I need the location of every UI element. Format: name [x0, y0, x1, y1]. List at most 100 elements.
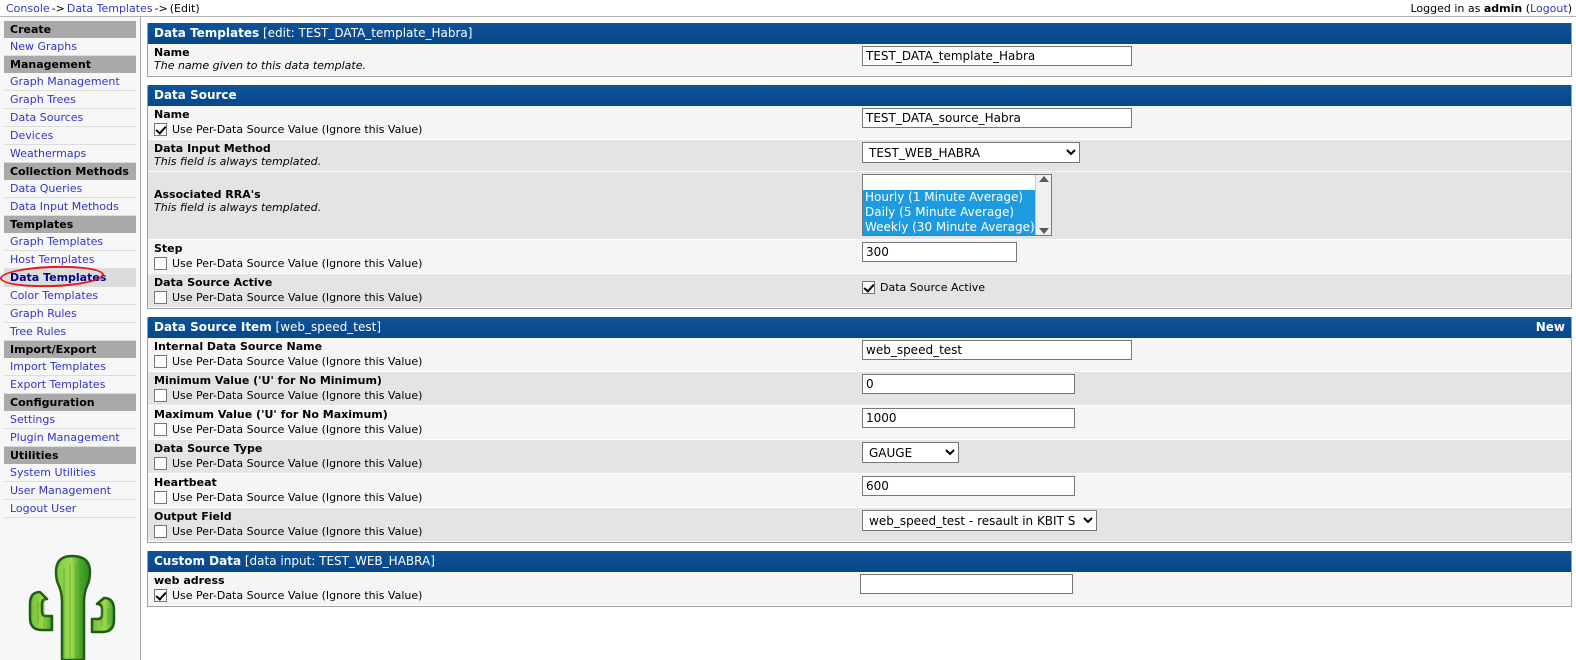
web-adress-input[interactable]	[860, 574, 1073, 594]
sidebar-item-data-queries[interactable]: Data Queries	[4, 180, 136, 198]
template-name-input[interactable]	[862, 46, 1132, 66]
checkbox-internal-ds-name[interactable]	[154, 355, 167, 368]
sidebar-item-graph-rules[interactable]: Graph Rules	[4, 305, 136, 323]
sidebar-item-weathermaps[interactable]: Weathermaps	[4, 145, 136, 163]
field-cell-internal-ds-name	[854, 338, 1571, 363]
sidebar-item-system-utilities[interactable]: System Utilities	[4, 464, 136, 482]
panel-subtitle-data-templates: [edit: TEST_DATA_template_Habra]	[262, 26, 473, 40]
row-output-field: Output Field Use Per-Data Source Value (…	[148, 508, 1571, 542]
sidebar-item-new-graphs[interactable]: New Graphs	[4, 38, 136, 56]
scroll-up-arrow-icon[interactable]	[1038, 176, 1049, 182]
sidebar-item-user-management[interactable]: User Management	[4, 482, 136, 500]
checkbox-label-internal-ds-name: Use Per-Data Source Value (Ignore this V…	[172, 355, 423, 368]
checkbox-maximum-value[interactable]	[154, 423, 167, 436]
checkbox-heartbeat[interactable]	[154, 491, 167, 504]
checkbox-row-step[interactable]: Use Per-Data Source Value (Ignore this V…	[154, 257, 850, 270]
sidebar-group-header: Create	[4, 21, 136, 38]
checkbox-row-data-source-active[interactable]: Use Per-Data Source Value (Ignore this V…	[154, 291, 850, 304]
checkbox-step[interactable]	[154, 257, 167, 270]
ds-name-input[interactable]	[862, 108, 1132, 128]
scroll-down-arrow-icon[interactable]	[1038, 228, 1049, 234]
checkbox-web-adress[interactable]	[154, 589, 167, 602]
row-maximum-value: Maximum Value ('U' for No Maximum) Use P…	[148, 406, 1571, 440]
associated-rras-listbox[interactable]: Hourly (1 Minute Average) Daily (5 Minut…	[862, 174, 1052, 236]
label-cell-ds-name: Name Use Per-Data Source Value (Ignore t…	[148, 106, 854, 139]
label-maximum-value: Maximum Value ('U' for No Maximum)	[154, 408, 388, 421]
checkbox-label-data-source-active-ignore: Use Per-Data Source Value (Ignore this V…	[172, 291, 423, 304]
breadcrumb-current-edit: (Edit)	[169, 1, 200, 15]
new-data-source-item-link[interactable]: New	[1536, 320, 1565, 334]
field-cell-data-source-active: Data Source Active	[854, 274, 1571, 297]
sidebar-item-graph-templates[interactable]: Graph Templates	[4, 233, 136, 251]
desc-data-input-method: This field is always templated.	[154, 155, 322, 168]
row-data-source-type: Data Source Type Use Per-Data Source Val…	[148, 440, 1571, 474]
checkbox-data-source-type[interactable]	[154, 457, 167, 470]
label-web-adress: web adress	[154, 574, 225, 587]
row-minimum-value: Minimum Value ('U' for No Minimum) Use P…	[148, 372, 1571, 406]
sidebar-item-data-input-methods[interactable]: Data Input Methods	[4, 198, 136, 216]
internal-ds-name-input[interactable]	[862, 340, 1132, 360]
sidebar-item-color-templates[interactable]: Color Templates	[4, 287, 136, 305]
checkbox-data-source-active[interactable]	[862, 281, 875, 294]
data-source-type-select[interactable]: GAUGE	[862, 442, 959, 463]
sidebar-item-export-templates[interactable]: Export Templates	[4, 376, 136, 394]
field-cell-output-field: web_speed_test - resault in KBIT S	[854, 508, 1571, 534]
rra-option-weekly[interactable]: Weekly (30 Minute Average)	[863, 220, 1035, 235]
checkbox-data-source-active-ignore[interactable]	[154, 291, 167, 304]
step-input[interactable]	[862, 242, 1017, 262]
sidebar-item-settings[interactable]: Settings	[4, 411, 136, 429]
sidebar-item-host-templates[interactable]: Host Templates	[4, 251, 136, 269]
sidebar-item-graph-trees[interactable]: Graph Trees	[4, 91, 136, 109]
checkbox-row-data-source-type[interactable]: Use Per-Data Source Value (Ignore this V…	[154, 457, 850, 470]
sidebar-item-tree-rules[interactable]: Tree Rules	[4, 323, 136, 341]
checkbox-row-heartbeat[interactable]: Use Per-Data Source Value (Ignore this V…	[154, 491, 850, 504]
logout-paren-close: )	[1567, 1, 1572, 15]
row-internal-ds-name: Internal Data Source Name Use Per-Data S…	[148, 338, 1571, 372]
checkbox-output-field[interactable]	[154, 525, 167, 538]
checkbox-label-output-field: Use Per-Data Source Value (Ignore this V…	[172, 525, 423, 538]
label-heartbeat: Heartbeat	[154, 476, 217, 489]
logout-link[interactable]: Logout	[1530, 2, 1568, 15]
maximum-value-input[interactable]	[862, 408, 1075, 428]
breadcrumb-link-console[interactable]: Console	[6, 2, 50, 15]
desc-template-name: The name given to this data template.	[154, 59, 366, 72]
rra-option-blank[interactable]	[863, 175, 1035, 190]
heartbeat-input[interactable]	[862, 476, 1075, 496]
rra-option-daily[interactable]: Daily (5 Minute Average)	[863, 205, 1035, 220]
sidebar-item-graph-management[interactable]: Graph Management	[4, 73, 136, 91]
row-heartbeat: Heartbeat Use Per-Data Source Value (Ign…	[148, 474, 1571, 508]
associated-rras-scrollbar[interactable]	[1035, 175, 1051, 235]
sidebar-item-import-templates[interactable]: Import Templates	[4, 358, 136, 376]
checkbox-row-web-adress[interactable]: Use Per-Data Source Value (Ignore this V…	[154, 589, 850, 602]
data-input-method-select[interactable]: TEST_WEB_HABRA	[862, 142, 1080, 163]
checkbox-row-minimum-value[interactable]: Use Per-Data Source Value (Ignore this V…	[154, 389, 850, 402]
sidebar-item-logout-user[interactable]: Logout User	[4, 500, 136, 518]
sidebar-group-header: Utilities	[4, 447, 136, 464]
checkbox-minimum-value[interactable]	[154, 389, 167, 402]
field-cell-minimum-value	[854, 372, 1571, 397]
checkbox-row-output-field[interactable]: Use Per-Data Source Value (Ignore this V…	[154, 525, 850, 538]
breadcrumb-link-data-templates[interactable]: Data Templates	[67, 2, 153, 15]
checkbox-ds-name[interactable]	[154, 123, 167, 136]
checkbox-label-ds-name: Use Per-Data Source Value (Ignore this V…	[172, 123, 423, 136]
label-cell-output-field: Output Field Use Per-Data Source Value (…	[148, 508, 854, 541]
sidebar-item-data-templates[interactable]: Data Templates	[4, 269, 136, 287]
checkbox-row-internal-ds-name[interactable]: Use Per-Data Source Value (Ignore this V…	[154, 355, 850, 368]
top-bar: Console -> Data Templates -> (Edit) Logged i…	[0, 0, 1576, 17]
minimum-value-input[interactable]	[862, 374, 1075, 394]
breadcrumb: Console -> Data Templates -> (Edit)	[6, 2, 200, 15]
field-cell-heartbeat	[854, 474, 1571, 499]
panel-header-data-source: Data Source	[148, 85, 1571, 106]
rra-option-hourly[interactable]: Hourly (1 Minute Average)	[863, 190, 1035, 205]
breadcrumb-separator-1: ->	[51, 1, 65, 15]
checkbox-row-data-source-active-value[interactable]: Data Source Active	[862, 281, 985, 294]
panel-header-data-source-item: Data Source Item [web_speed_test] New	[148, 317, 1571, 338]
output-field-select[interactable]: web_speed_test - resault in KBIT S	[862, 510, 1097, 531]
row-template-name: Name The name given to this data templat…	[148, 44, 1571, 76]
sidebar-item-data-sources[interactable]: Data Sources	[4, 109, 136, 127]
label-cell-associated-rras: Associated RRA's This field is always te…	[148, 172, 854, 217]
sidebar-item-plugin-management[interactable]: Plugin Management	[4, 429, 136, 447]
checkbox-row-ds-name[interactable]: Use Per-Data Source Value (Ignore this V…	[154, 123, 850, 136]
checkbox-row-maximum-value[interactable]: Use Per-Data Source Value (Ignore this V…	[154, 423, 850, 436]
sidebar-item-devices[interactable]: Devices	[4, 127, 136, 145]
